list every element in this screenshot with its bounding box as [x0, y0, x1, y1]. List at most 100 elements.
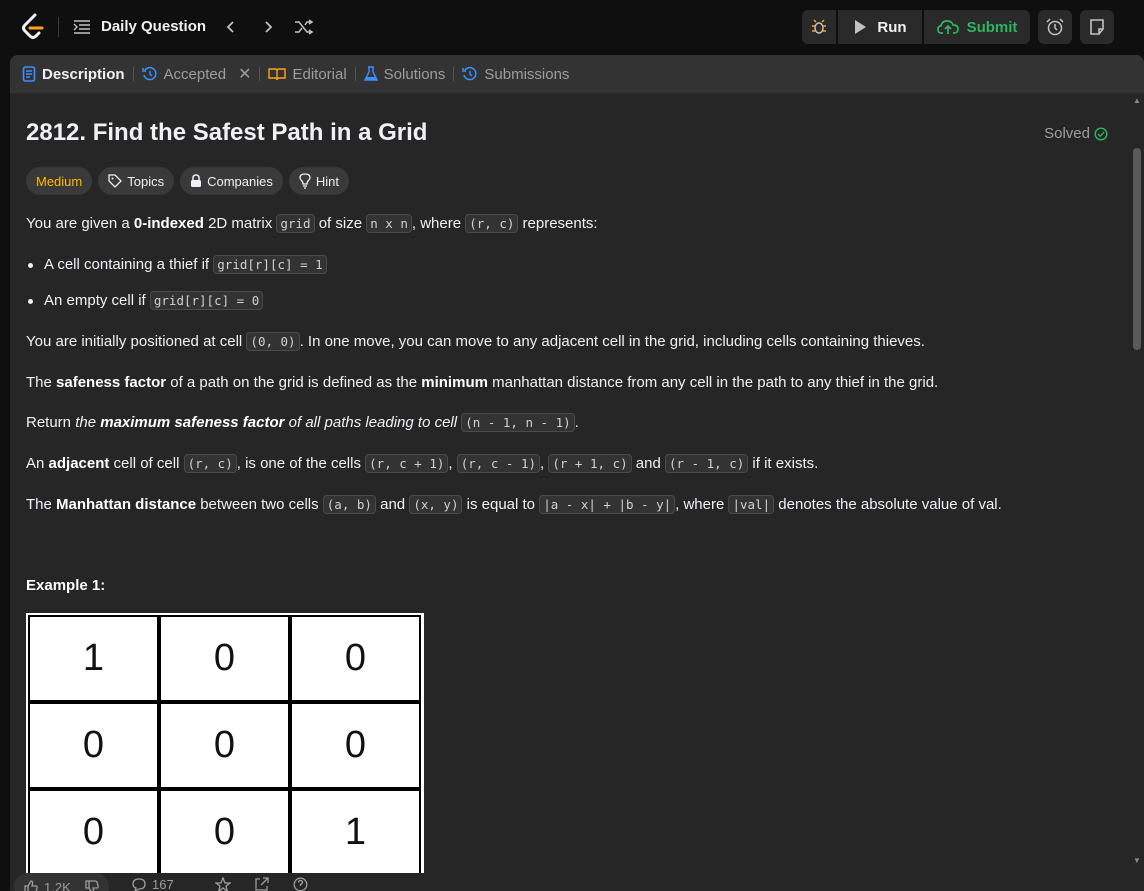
tab-separator	[453, 67, 455, 81]
text: An empty cell if	[44, 292, 150, 309]
tab-accepted[interactable]: Accepted ✕	[141, 55, 251, 93]
description-paragraph: The safeness factor of a path on the gri…	[26, 372, 1116, 394]
alarm-button[interactable]	[1038, 10, 1072, 44]
text: The	[26, 496, 57, 513]
description-paragraph: You are given a 0-indexed 2D matrix grid…	[26, 213, 1116, 235]
text: .	[574, 414, 579, 431]
inline-code: (x, y)	[409, 495, 463, 514]
text: Return	[26, 414, 76, 431]
thumbs-up-icon	[24, 880, 38, 891]
hint-chip[interactable]: Hint	[288, 167, 349, 195]
italic-text: the	[75, 414, 101, 431]
text: , where	[411, 215, 466, 232]
problem-list-icon[interactable]	[73, 19, 91, 35]
favorite-button[interactable]	[215, 877, 231, 891]
tab-separator	[132, 67, 134, 81]
tab-editorial[interactable]: Editorial	[268, 55, 347, 93]
description-icon	[22, 66, 36, 82]
tab-solutions[interactable]: Solutions	[363, 55, 446, 93]
play-icon	[855, 20, 867, 34]
inline-code: (r, c)	[465, 214, 519, 233]
thumbs-down-icon[interactable]	[85, 880, 99, 891]
italic-text: of all paths leading to cell	[284, 414, 462, 431]
chevron-right-icon[interactable]	[257, 16, 279, 38]
text: A cell containing a thief if	[44, 256, 214, 273]
leetcode-logo-icon[interactable]	[20, 13, 46, 41]
list-item: A cell containing a thief if grid[r][c] …	[26, 254, 1116, 276]
text: You are initially positioned at cell	[26, 333, 247, 350]
debug-button[interactable]	[802, 10, 836, 44]
difficulty-badge: Medium	[26, 167, 93, 195]
bold-text: safeness factor	[56, 374, 167, 391]
inline-code: (r, c + 1)	[365, 454, 449, 473]
companies-label: Companies	[207, 173, 273, 189]
bold-text: adjacent	[48, 455, 110, 472]
close-icon[interactable]: ✕	[238, 64, 251, 84]
solved-label: Solved	[1044, 125, 1090, 142]
grid-cell: 0	[290, 702, 421, 789]
grid-cell: 0	[28, 702, 159, 789]
text: The	[26, 374, 57, 391]
run-button[interactable]: Run	[838, 10, 922, 44]
difficulty-label: Medium	[36, 173, 83, 189]
problem-title[interactable]: 2812. Find the Safest Path in a Grid	[26, 119, 427, 147]
inline-code: grid	[276, 214, 315, 233]
grid-cell: 0	[28, 789, 159, 873]
bold-text: 0-indexed	[133, 215, 204, 232]
tab-submissions[interactable]: Submissions	[462, 55, 569, 93]
bottom-action-bar: 1.2K 167	[10, 873, 1144, 891]
text: cell of cell	[109, 455, 184, 472]
inline-code: |val|	[728, 495, 775, 514]
scrollbar-thumb[interactable]	[1133, 148, 1141, 350]
text: is equal to	[462, 496, 540, 513]
text: ,	[448, 455, 457, 472]
inline-code: (r - 1, c)	[665, 454, 749, 473]
tab-solutions-label: Solutions	[383, 65, 446, 83]
like-count: 1.2K	[44, 879, 71, 891]
comment-count: 167	[152, 877, 174, 891]
scroll-up-arrow-icon[interactable]: ▲	[1133, 97, 1141, 105]
check-circle-icon	[1094, 126, 1108, 141]
cloud-upload-icon	[936, 20, 959, 34]
like-button[interactable]: 1.2K	[14, 873, 109, 891]
bullet-list: A cell containing a thief if grid[r][c] …	[26, 254, 1116, 312]
note-button[interactable]	[1080, 10, 1114, 44]
hint-label: Hint	[315, 173, 339, 189]
grid-cell: 0	[290, 615, 421, 702]
top-navbar: Daily Question Run Submit	[0, 0, 1144, 54]
text: denotes the absolute value of val.	[774, 496, 1002, 513]
topics-chip[interactable]: Topics	[98, 167, 175, 195]
panel-tabs: Description Accepted ✕ Editorial Solutio…	[10, 55, 1144, 93]
inline-code: grid[r][c] = 0	[149, 291, 264, 310]
text: and	[631, 455, 665, 472]
grid-cell: 1	[28, 615, 159, 702]
companies-chip[interactable]: Companies	[180, 167, 283, 195]
text: 2D matrix	[203, 215, 277, 232]
grid-cell: 1	[290, 789, 421, 873]
topics-label: Topics	[127, 173, 165, 189]
problem-description: 2812. Find the Safest Path in a Grid Sol…	[26, 93, 1122, 891]
tab-submissions-label: Submissions	[484, 65, 570, 83]
grid-cell: 0	[159, 789, 290, 873]
description-paragraph: The Manhattan distance between two cells…	[26, 494, 1116, 516]
chevron-left-icon[interactable]	[220, 16, 242, 38]
text: of size	[314, 215, 367, 232]
scroll-down-arrow-icon[interactable]: ▼	[1133, 857, 1141, 865]
daily-question-link[interactable]: Daily Question	[101, 18, 206, 35]
comments-button[interactable]: 167	[132, 877, 174, 891]
tab-editorial-label: Editorial	[292, 65, 347, 83]
help-button[interactable]	[293, 877, 308, 891]
submit-button[interactable]: Submit	[924, 10, 1030, 44]
solved-status: Solved	[1044, 125, 1108, 142]
shuffle-icon[interactable]	[293, 16, 315, 38]
share-button[interactable]	[254, 877, 269, 891]
inline-code: grid[r][c] = 1	[213, 255, 327, 274]
tab-description[interactable]: Description	[22, 55, 125, 93]
text: , where	[675, 496, 729, 513]
alarm-icon	[1046, 18, 1064, 36]
scrollbar[interactable]: ▲ ▼	[1130, 93, 1144, 891]
inline-code: (r, c)	[183, 454, 237, 473]
lightbulb-icon	[299, 173, 311, 189]
description-paragraph: Return the maximum safeness factor of al…	[26, 412, 1116, 434]
grid-cell: 0	[159, 702, 290, 789]
